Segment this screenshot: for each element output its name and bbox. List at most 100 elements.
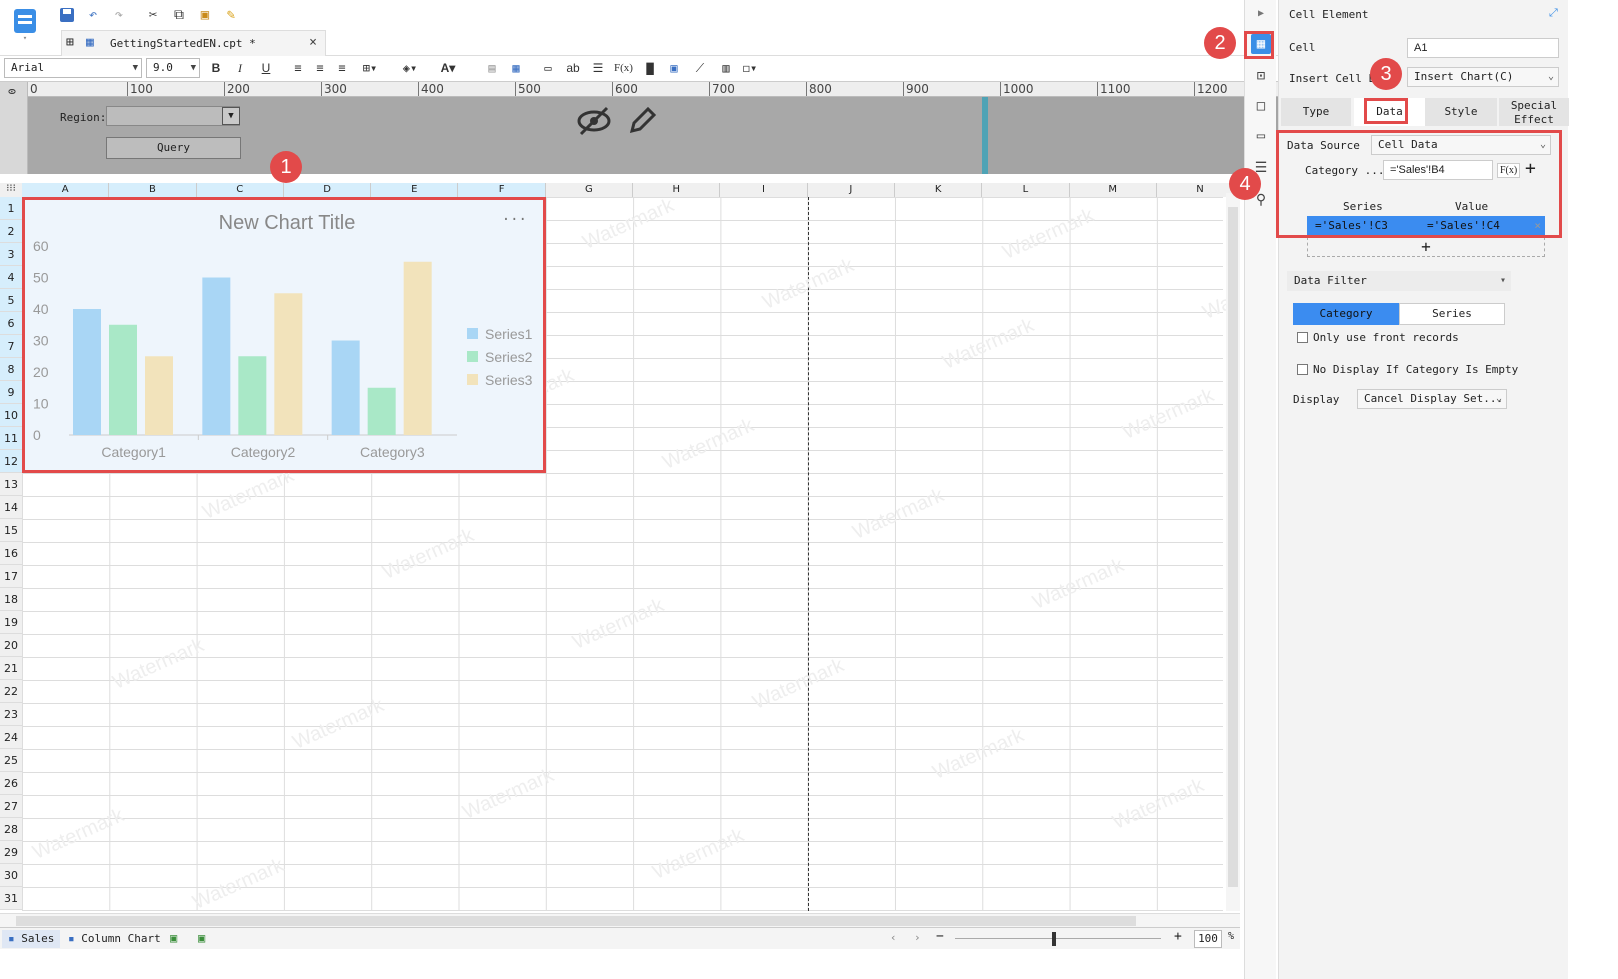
only-front-checkbox[interactable]	[1297, 332, 1308, 343]
row-header-15[interactable]: 15	[0, 519, 22, 542]
add-polysheet-icon[interactable]: ▣	[198, 931, 205, 945]
row-header-6[interactable]: 6	[0, 312, 22, 335]
region-input[interactable]	[106, 106, 240, 126]
row-header-22[interactable]: 22	[0, 680, 22, 703]
font-color-icon[interactable]: A▾	[440, 59, 456, 77]
bold-button[interactable]: B	[208, 59, 224, 77]
row-header-28[interactable]: 28	[0, 818, 22, 841]
column-header-k[interactable]: K	[894, 183, 983, 197]
chart-icon[interactable]: ▇	[642, 59, 658, 77]
align-center-icon[interactable]: ≡	[312, 59, 328, 77]
row-header-25[interactable]: 25	[0, 749, 22, 772]
hide-icon[interactable]	[576, 105, 612, 137]
row-header-11[interactable]: 11	[0, 427, 22, 450]
vertical-scrollbar[interactable]	[1226, 193, 1240, 911]
insert-element-select[interactable]: Insert Chart(C) ⌄	[1407, 67, 1559, 87]
row-header-27[interactable]: 27	[0, 795, 22, 818]
align-right-icon[interactable]: ≡	[334, 59, 350, 77]
column-header-c[interactable]: C	[196, 183, 284, 197]
cell-attribute-icon[interactable]: ⊡	[1251, 66, 1271, 86]
row-header-9[interactable]: 9	[0, 381, 22, 404]
slash-icon[interactable]: ⟋	[692, 59, 708, 77]
row-header-24[interactable]: 24	[0, 726, 22, 749]
row-header-21[interactable]: 21	[0, 657, 22, 680]
merge-icon[interactable]: ▤	[484, 59, 500, 77]
font-family-select[interactable]: Arial ▼	[4, 58, 142, 78]
column-header-m[interactable]: M	[1069, 183, 1157, 197]
row-header-18[interactable]: 18	[0, 588, 22, 611]
zoom-slider[interactable]	[955, 938, 1161, 939]
row-header-8[interactable]: 8	[0, 358, 22, 381]
expand-arrow-icon[interactable]: ▶	[1251, 4, 1271, 24]
row-header-1[interactable]: 1	[0, 197, 22, 220]
copy-icon[interactable]: ⧉	[168, 4, 190, 26]
chart-element[interactable]: New Chart Title ··· 0 10 20 30 40 50 60 Categor…	[22, 197, 546, 473]
cell-input[interactable]: A1	[1407, 38, 1559, 58]
italic-button[interactable]: I	[232, 59, 248, 77]
redo-icon[interactable]: ↷	[108, 4, 130, 26]
text-field-icon[interactable]: ▭	[540, 59, 556, 77]
formula-button[interactable]: F(x)	[614, 59, 633, 77]
tab-special-effect[interactable]: Special Effect	[1499, 98, 1569, 126]
data-filter-select[interactable]: Data Filter ▾	[1287, 271, 1511, 291]
filter-tab-series[interactable]: Series	[1399, 303, 1505, 325]
column-header-a[interactable]: A	[22, 183, 110, 197]
prev-sheet-icon[interactable]: ‹	[890, 931, 897, 944]
cut-icon[interactable]: ✂	[142, 4, 164, 26]
border-icon[interactable]: ⊞▾	[362, 59, 378, 77]
scroll-thumb[interactable]	[16, 916, 1136, 926]
column-header-i[interactable]: I	[720, 183, 808, 197]
align-left-icon[interactable]: ≡	[290, 59, 306, 77]
column-header-b[interactable]: B	[109, 183, 197, 197]
region-dropdown-icon[interactable]: ▼	[222, 107, 240, 125]
ab-button[interactable]: ab	[565, 59, 581, 77]
float-element-icon[interactable]: □	[1251, 96, 1271, 116]
underline-button[interactable]: U	[258, 59, 274, 77]
format-painter-icon[interactable]: ✎	[220, 4, 242, 26]
undo-icon[interactable]: ↶	[82, 4, 104, 26]
add-sheet-icon[interactable]: ▣	[170, 931, 177, 945]
tab-style[interactable]: Style	[1425, 98, 1497, 126]
row-header-17[interactable]: 17	[0, 565, 22, 588]
row-header-5[interactable]: 5	[0, 289, 22, 312]
column-header-d[interactable]: D	[283, 183, 372, 197]
wrap-icon[interactable]: ☰	[590, 59, 606, 77]
sheet-tab-column-chart[interactable]: ▪ Column Chart	[62, 930, 167, 948]
file-tab[interactable]: ⊞ ▦ GettingStartedEN.cpt * ×	[61, 30, 326, 56]
sheet-tab-sales[interactable]: ▪ Sales	[2, 930, 61, 948]
row-header-10[interactable]: 10	[0, 404, 22, 427]
column-header-l[interactable]: L	[982, 183, 1070, 197]
close-tab-icon[interactable]: ×	[309, 35, 317, 50]
scroll-thumb[interactable]	[1228, 207, 1238, 887]
next-sheet-icon[interactable]: ›	[914, 931, 921, 944]
save-icon[interactable]	[56, 4, 78, 26]
zoom-slider-thumb[interactable]	[1052, 932, 1056, 946]
row-header-23[interactable]: 23	[0, 703, 22, 726]
app-menu-icon[interactable]: ▾	[10, 6, 40, 42]
subreport-icon[interactable]: ▥	[718, 59, 734, 77]
paste-icon[interactable]: ▣	[194, 4, 216, 26]
edit-icon[interactable]	[626, 105, 658, 137]
table-icon[interactable]: ▦	[508, 59, 524, 77]
column-header-f[interactable]: F	[458, 183, 546, 197]
row-header-2[interactable]: 2	[0, 220, 22, 243]
row-header-31[interactable]: 31	[0, 887, 22, 910]
add-series-button[interactable]: +	[1307, 237, 1545, 257]
row-header-13[interactable]: 13	[0, 473, 22, 496]
row-header-26[interactable]: 26	[0, 772, 22, 795]
row-header-20[interactable]: 20	[0, 634, 22, 657]
image-icon[interactable]: ▣	[666, 59, 682, 77]
column-header-g[interactable]: G	[545, 183, 634, 197]
display-select[interactable]: Cancel Display Set... ⌄	[1357, 389, 1507, 409]
row-header-7[interactable]: 7	[0, 335, 22, 358]
row-header-30[interactable]: 30	[0, 864, 22, 887]
row-header-16[interactable]: 16	[0, 542, 22, 565]
column-header-j[interactable]: J	[807, 183, 895, 197]
frame-icon[interactable]: ◻▾	[742, 59, 758, 77]
zoom-out-icon[interactable]: −	[936, 929, 944, 944]
query-button[interactable]: Query	[106, 137, 241, 159]
row-header-14[interactable]: 14	[0, 496, 22, 519]
fill-color-icon[interactable]: ◈▾	[402, 59, 418, 77]
column-header-h[interactable]: H	[633, 183, 721, 197]
column-header-e[interactable]: E	[371, 183, 459, 197]
